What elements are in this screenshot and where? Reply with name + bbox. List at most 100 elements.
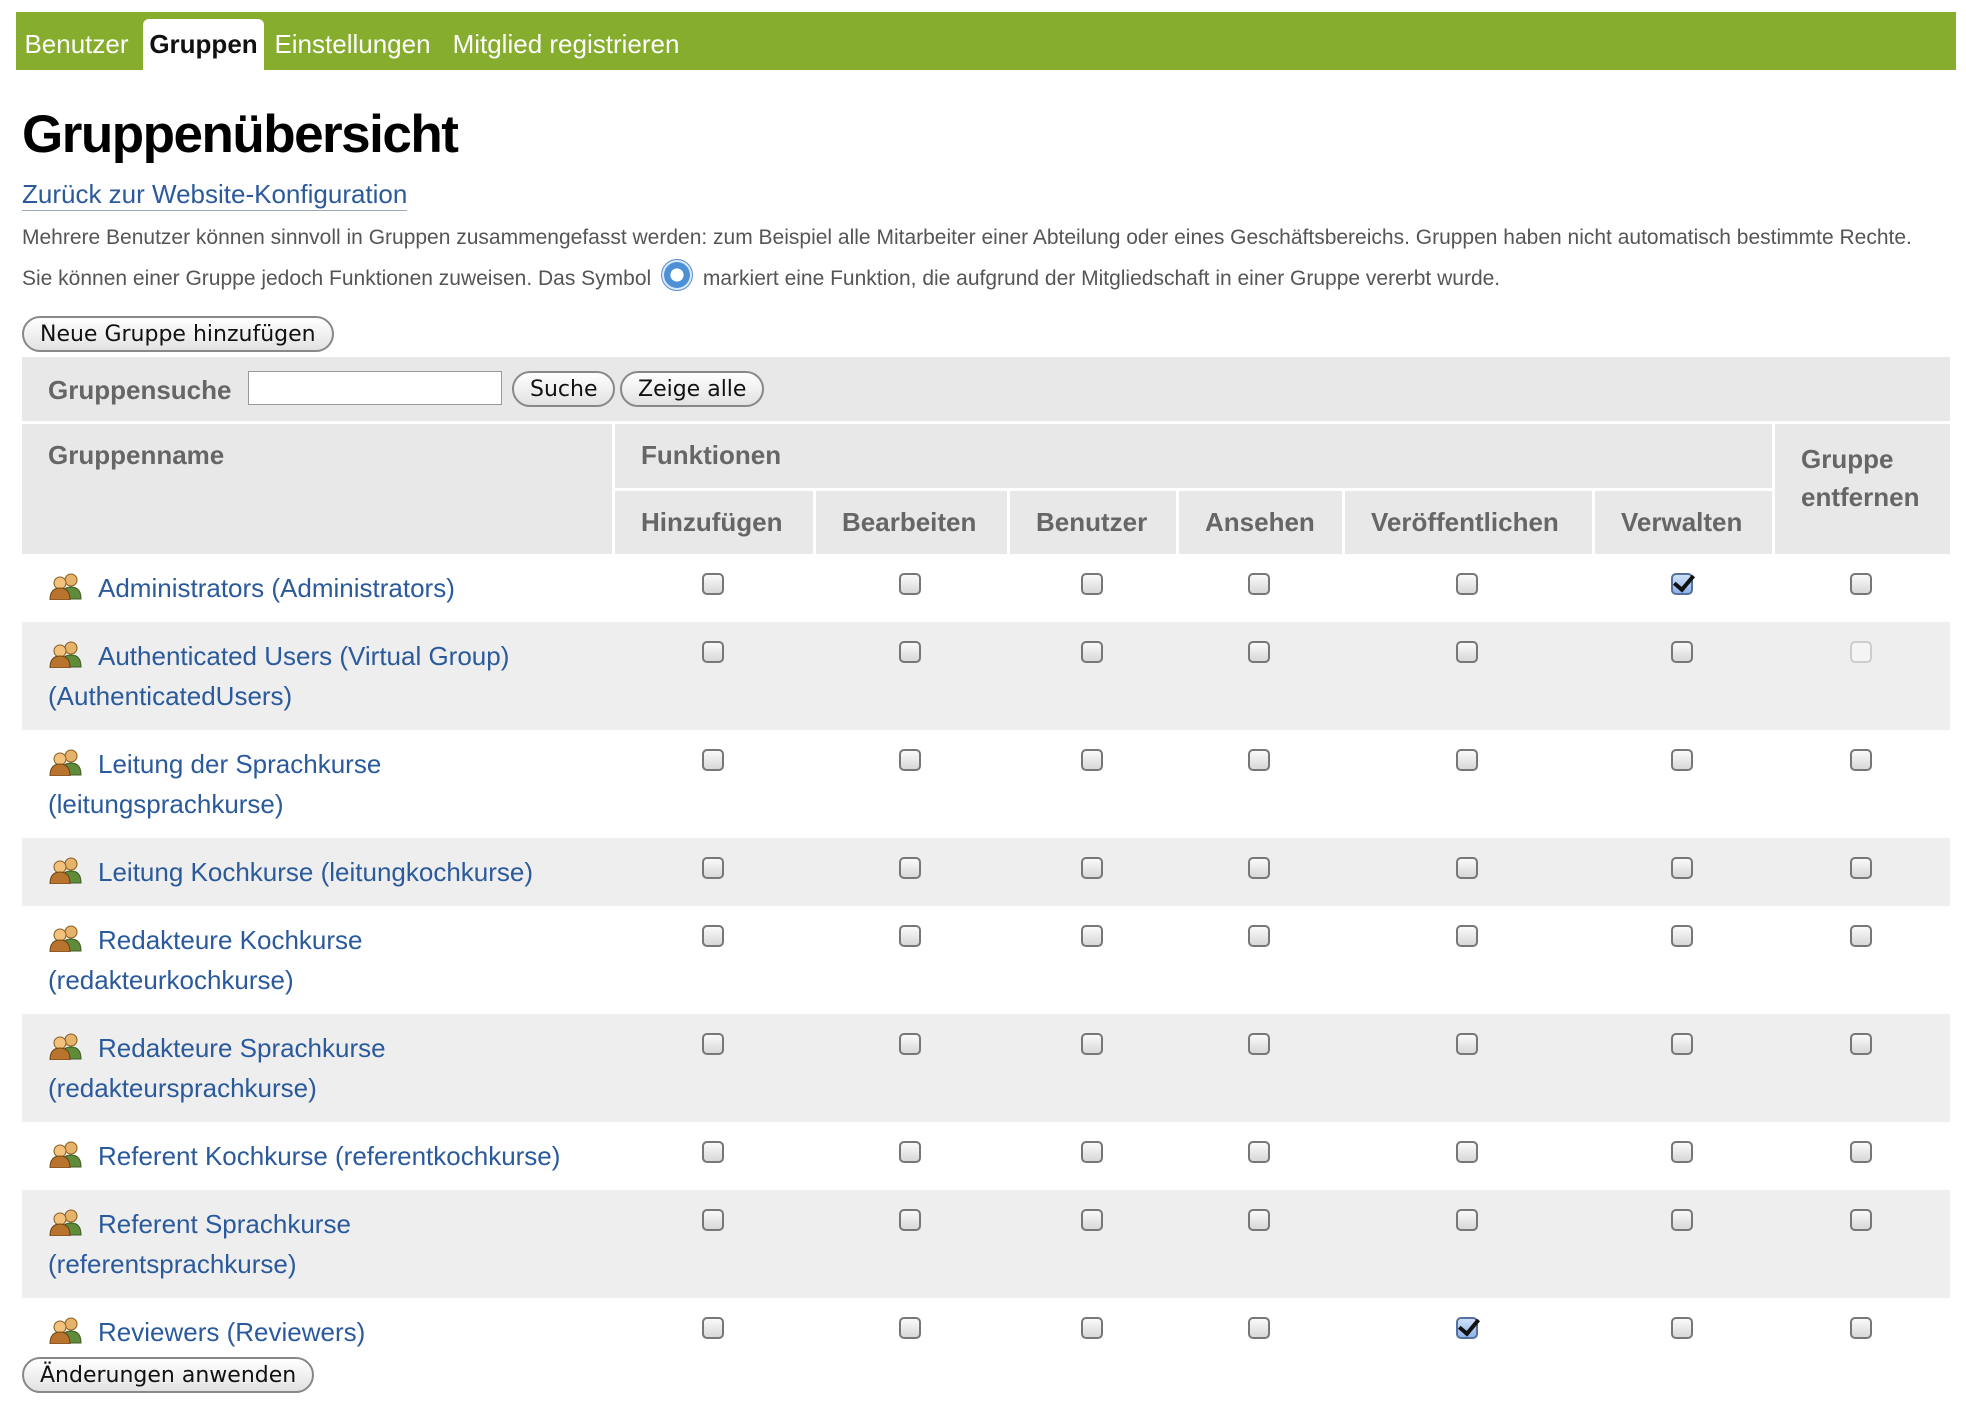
remove-group-checkbox[interactable] — [1850, 1317, 1872, 1339]
remove-group-checkbox[interactable] — [1850, 1209, 1872, 1231]
function-checkbox[interactable] — [1248, 749, 1270, 771]
function-checkbox[interactable] — [701, 1209, 724, 1231]
function-checkbox[interactable] — [1080, 1317, 1103, 1339]
group-name-link[interactable]: Authenticated Users (Virtual Group) (Aut… — [48, 641, 509, 711]
function-checkbox[interactable] — [1456, 1141, 1478, 1163]
remove-group-checkbox[interactable] — [1850, 749, 1872, 771]
group-name-link[interactable]: Leitung der Sprachkurse (leitungsprachku… — [48, 749, 381, 819]
function-checkbox[interactable] — [1080, 857, 1103, 879]
function-checkbox[interactable] — [1671, 925, 1693, 947]
function-checkbox[interactable] — [1671, 641, 1693, 663]
group-name-link[interactable]: Redakteure Sprachkurse (redakteursprachk… — [48, 1033, 386, 1103]
function-checkbox[interactable] — [701, 925, 724, 947]
group-users-icon — [48, 747, 84, 777]
tab-benutzer[interactable]: Benutzer — [16, 19, 137, 70]
tab-einstellungen[interactable]: Einstellungen — [270, 19, 435, 70]
function-checkbox[interactable] — [1456, 641, 1478, 663]
function-checkbox[interactable] — [1456, 749, 1478, 771]
function-checkbox[interactable] — [701, 641, 724, 663]
function-cell — [1592, 906, 1772, 1014]
search-button[interactable]: Suche — [512, 371, 616, 407]
tab-mitglied-registrieren[interactable]: Mitglied registrieren — [442, 19, 690, 70]
function-checkbox[interactable] — [1671, 573, 1693, 595]
group-name-link[interactable]: Referent Kochkurse (referentkochkurse) — [98, 1141, 560, 1171]
function-checkbox[interactable] — [899, 1033, 921, 1055]
back-to-site-config-link[interactable]: Zurück zur Website-Konfiguration — [22, 178, 408, 211]
function-cell — [1342, 838, 1592, 906]
function-checkbox[interactable] — [899, 857, 921, 879]
remove-cell — [1772, 554, 1950, 622]
table-row: Referent Sprachkurse (referentsprachkurs… — [22, 1190, 1950, 1298]
function-checkbox[interactable] — [1248, 925, 1270, 947]
group-name-link[interactable]: Administrators (Administrators) — [98, 573, 455, 603]
group-name-link[interactable]: Referent Sprachkurse (referentsprachkurs… — [48, 1209, 351, 1279]
function-checkbox[interactable] — [1248, 641, 1270, 663]
remove-group-checkbox[interactable] — [1850, 1141, 1872, 1163]
function-checkbox[interactable] — [1671, 1209, 1693, 1231]
function-checkbox[interactable] — [899, 1141, 921, 1163]
remove-group-checkbox[interactable] — [1850, 925, 1872, 947]
function-checkbox[interactable] — [1671, 1317, 1693, 1339]
table-row: Authenticated Users (Virtual Group) (Aut… — [22, 622, 1950, 730]
group-name-link[interactable]: Redakteure Kochkurse (redakteurkochkurse… — [48, 925, 362, 995]
group-name-cell: Reviewers (Reviewers) — [22, 1298, 612, 1366]
function-cell — [1007, 1298, 1176, 1366]
function-checkbox[interactable] — [1080, 1141, 1103, 1163]
remove-cell — [1772, 1014, 1950, 1122]
function-checkbox[interactable] — [1671, 749, 1693, 771]
function-checkbox[interactable] — [1456, 1209, 1478, 1231]
function-checkbox[interactable] — [1456, 573, 1478, 595]
group-name-link[interactable]: Leitung Kochkurse (leitungkochkurse) — [98, 857, 533, 887]
show-all-button[interactable]: Zeige alle — [620, 371, 765, 407]
table-row: Leitung der Sprachkurse (leitungsprachku… — [22, 730, 1950, 838]
remove-group-checkbox[interactable] — [1850, 857, 1872, 879]
function-checkbox[interactable] — [899, 573, 921, 595]
group-search-bar: Gruppensuche Suche Zeige alle — [22, 357, 1950, 421]
function-checkbox[interactable] — [701, 857, 724, 879]
function-checkbox[interactable] — [1080, 749, 1103, 771]
function-checkbox[interactable] — [1456, 1317, 1478, 1339]
function-checkbox[interactable] — [701, 1317, 724, 1339]
function-checkbox[interactable] — [899, 641, 921, 663]
function-checkbox[interactable] — [701, 749, 724, 771]
function-checkbox[interactable] — [899, 1317, 921, 1339]
function-checkbox[interactable] — [701, 573, 724, 595]
function-checkbox[interactable] — [1456, 1033, 1478, 1055]
function-checkbox[interactable] — [1671, 1033, 1693, 1055]
add-group-button[interactable]: Neue Gruppe hinzufügen — [22, 316, 334, 352]
apply-changes-button[interactable]: Änderungen anwenden — [22, 1357, 315, 1393]
group-users-icon — [48, 923, 84, 953]
function-checkbox[interactable] — [1248, 1033, 1270, 1055]
function-checkbox[interactable] — [1080, 1033, 1103, 1055]
function-cell — [813, 1190, 1007, 1298]
remove-group-checkbox[interactable] — [1850, 1033, 1872, 1055]
header-group-name: Gruppenname — [22, 424, 612, 554]
tab-gruppen[interactable]: Gruppen — [143, 19, 264, 70]
function-checkbox[interactable] — [899, 925, 921, 947]
function-cell — [1007, 1190, 1176, 1298]
remove-group-checkbox[interactable] — [1850, 573, 1872, 595]
function-checkbox[interactable] — [1456, 925, 1478, 947]
function-checkbox[interactable] — [1248, 1317, 1270, 1339]
function-checkbox[interactable] — [1456, 857, 1478, 879]
function-checkbox[interactable] — [701, 1033, 724, 1055]
function-cell — [1342, 730, 1592, 838]
group-name-link[interactable]: Reviewers (Reviewers) — [98, 1317, 365, 1347]
function-checkbox[interactable] — [1671, 1141, 1693, 1163]
function-checkbox[interactable] — [1080, 573, 1103, 595]
function-checkbox[interactable] — [1080, 1209, 1103, 1231]
function-checkbox[interactable] — [1248, 1141, 1270, 1163]
function-checkbox[interactable] — [1248, 573, 1270, 595]
function-checkbox[interactable] — [1080, 641, 1103, 663]
function-checkbox[interactable] — [701, 1141, 724, 1163]
function-checkbox[interactable] — [1080, 925, 1103, 947]
function-checkbox[interactable] — [1671, 857, 1693, 879]
function-checkbox[interactable] — [1248, 1209, 1270, 1231]
function-checkbox[interactable] — [899, 749, 921, 771]
function-cell — [1176, 1122, 1342, 1190]
function-checkbox[interactable] — [1248, 857, 1270, 879]
group-search-input[interactable] — [248, 371, 502, 405]
function-cell — [1176, 1014, 1342, 1122]
function-cell — [1592, 1122, 1772, 1190]
function-checkbox[interactable] — [899, 1209, 921, 1231]
